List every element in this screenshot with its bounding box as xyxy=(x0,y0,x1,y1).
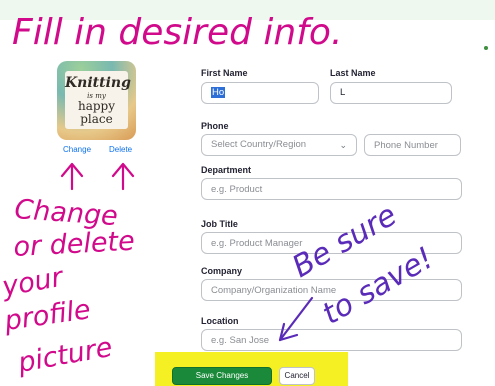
job-title-label: Job Title xyxy=(201,219,238,229)
save-changes-button[interactable]: Save Changes xyxy=(172,367,272,385)
location-input[interactable] xyxy=(201,329,462,351)
first-name-field[interactable]: Ho xyxy=(201,82,319,104)
left-note-line: Change xyxy=(14,194,119,232)
arrow-up-icon xyxy=(60,162,84,191)
phone-number-input[interactable] xyxy=(364,134,461,156)
left-note-line: your xyxy=(0,261,67,303)
change-picture-link[interactable]: Change xyxy=(63,145,91,154)
company-label: Company xyxy=(201,266,243,276)
last-name-label: Last Name xyxy=(330,68,376,78)
profile-picture-card: Knitting is my happy place xyxy=(65,71,131,129)
company-input[interactable] xyxy=(201,279,462,301)
arrow-up-icon xyxy=(111,162,135,191)
department-label: Department xyxy=(201,165,252,175)
department-input[interactable] xyxy=(201,178,462,200)
profile-picture-text: place xyxy=(80,112,113,126)
phone-label: Phone xyxy=(201,121,229,131)
last-name-value: L xyxy=(340,87,346,98)
left-note-line: or delete xyxy=(13,226,136,263)
job-title-input[interactable] xyxy=(201,232,462,254)
chevron-down-icon: ⌄ xyxy=(339,140,347,150)
location-label: Location xyxy=(201,316,239,326)
last-name-field[interactable]: L xyxy=(330,82,452,104)
profile-picture-text: happy xyxy=(77,99,116,113)
first-name-label: First Name xyxy=(201,68,248,78)
cancel-button[interactable]: Cancel xyxy=(279,367,315,385)
left-note-line: picture xyxy=(15,332,115,379)
green-dot xyxy=(484,46,488,50)
country-placeholder: Select Country/Region xyxy=(211,139,307,150)
delete-picture-link[interactable]: Delete xyxy=(109,145,132,154)
profile-picture: Knitting is my happy place xyxy=(57,61,136,140)
profile-picture-text: Knitting xyxy=(65,75,131,91)
left-note-line: profile xyxy=(2,294,93,337)
country-select[interactable]: Select Country/Region ⌄ xyxy=(201,134,357,156)
first-name-value: Ho xyxy=(211,87,226,98)
top-bar xyxy=(0,0,495,20)
